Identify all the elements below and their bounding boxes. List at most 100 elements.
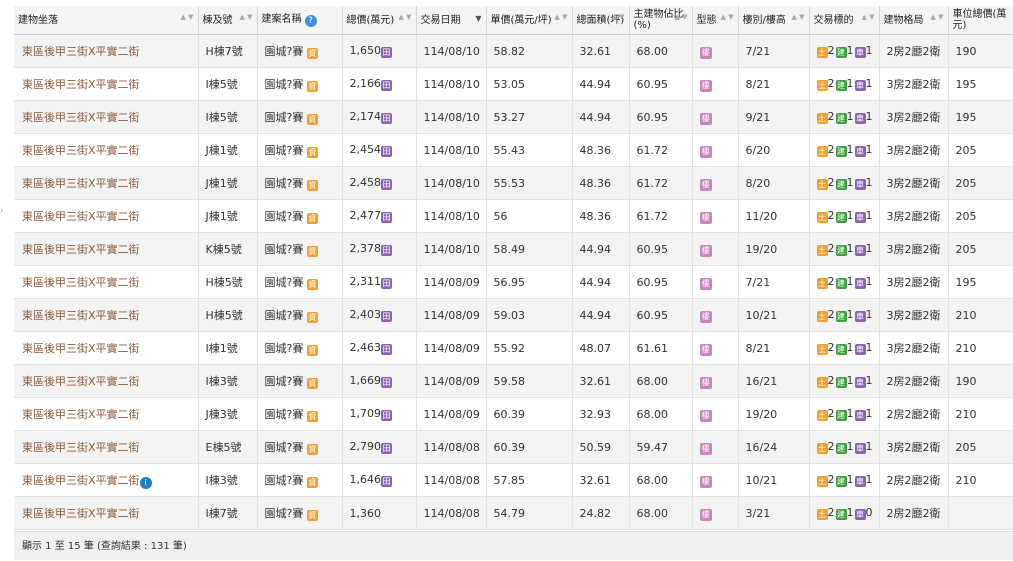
address-link[interactable]: 東區後甲三街X平實二街: [22, 507, 140, 520]
address-link[interactable]: 東區後甲三街X平實二街: [22, 474, 140, 487]
building-type-icon[interactable]: 樓: [699, 310, 712, 323]
price-detail-icon[interactable]: 田: [381, 113, 392, 124]
address-cell[interactable]: 東區後甲三街X平實二街: [14, 397, 199, 431]
address-cell[interactable]: 東區後甲三街X平實二街: [14, 166, 199, 200]
building-type-icon[interactable]: 樓: [699, 112, 712, 125]
project-info-icon[interactable]: 資: [306, 81, 318, 92]
building-type-icon[interactable]: 樓: [699, 442, 712, 455]
price-detail-icon[interactable]: 田: [381, 278, 392, 289]
column-header[interactable]: 主建物佔比(%) ▲ ▼: [629, 6, 693, 35]
table-row[interactable]: 東區後甲三街X平實二街 i I棟3號 園城?賽 資 1,646 田 114/08/08 57.…: [14, 463, 1013, 497]
table-row[interactable]: 東區後甲三街X平實二街 K棟5號 園城?賽 資 2,378 田 114/08/10 58.4…: [14, 232, 1013, 266]
price-detail-icon[interactable]: 田: [381, 212, 392, 223]
column-header[interactable]: 總價(萬元) ▲ ▼: [342, 6, 417, 35]
project-info-icon[interactable]: 資: [306, 345, 318, 356]
sort-icon[interactable]: ▲ ▼: [240, 14, 253, 21]
sort-icon[interactable]: ▲ ▼: [862, 14, 875, 21]
table-row[interactable]: 東區後甲三街X平實二街 J棟1號 園城?賽 資 2,454 田 114/08/10 55.4…: [14, 133, 1013, 167]
price-detail-icon[interactable]: 田: [381, 47, 392, 58]
help-icon[interactable]: ?: [304, 14, 317, 27]
address-cell[interactable]: 東區後甲三街X平實二街: [14, 67, 199, 101]
project-info-icon[interactable]: 資: [306, 246, 318, 257]
column-header[interactable]: 總面積(坪) ▲ ▼: [572, 6, 630, 35]
table-row[interactable]: 東區後甲三街X平實二街 J棟1號 園城?賽 資 2,477 田 114/08/10 56 48…: [14, 199, 1013, 233]
price-detail-icon[interactable]: 田: [381, 344, 392, 355]
table-row[interactable]: 東區後甲三街X平實二街 I棟1號 園城?賽 資 2,463 田 114/08/09 55.9…: [14, 331, 1013, 365]
address-link[interactable]: 東區後甲三街X平實二街: [22, 144, 140, 157]
price-detail-icon[interactable]: 田: [381, 179, 392, 190]
sort-icon[interactable]: ▲ ▼: [399, 14, 412, 21]
project-info-icon[interactable]: 資: [306, 180, 318, 191]
address-link[interactable]: 東區後甲三街X平實二街: [22, 309, 140, 322]
building-type-icon[interactable]: 樓: [699, 178, 712, 191]
address-cell[interactable]: 東區後甲三街X平實二街: [14, 100, 199, 134]
address-link[interactable]: 東區後甲三街X平實二街: [22, 243, 140, 256]
address-cell[interactable]: 東區後甲三街X平實二街: [14, 364, 199, 398]
address-link[interactable]: 東區後甲三街X平實二街: [22, 276, 140, 289]
table-row[interactable]: 東區後甲三街X平實二街 J棟3號 園城?賽 資 1,709 田 114/08/09 60.3…: [14, 397, 1013, 431]
table-row[interactable]: 東區後甲三街X平實二街 H棟5號 園城?賽 資 2,403 田 114/08/09 59.0…: [14, 298, 1013, 332]
address-link[interactable]: 東區後甲三街X平實二街: [22, 177, 140, 190]
table-row[interactable]: 東區後甲三街X平實二街 I棟5號 園城?賽 資 2,166 田 114/08/10 53.0…: [14, 67, 1013, 101]
sort-icon[interactable]: ▲ ▼: [675, 14, 688, 21]
project-info-icon[interactable]: 資: [306, 312, 318, 323]
column-header[interactable]: 單價(萬元/坪) ▲ ▼: [486, 6, 573, 35]
sort-icon[interactable]: ▲ ▼: [181, 14, 194, 21]
building-type-icon[interactable]: 樓: [699, 508, 712, 521]
address-cell[interactable]: 東區後甲三街X平實二街: [14, 331, 199, 365]
price-detail-icon[interactable]: 田: [381, 146, 392, 157]
project-info-icon[interactable]: 資: [306, 411, 318, 422]
sort-icon[interactable]: ▲ ▼: [555, 14, 568, 21]
info-icon[interactable]: i: [139, 476, 152, 489]
sort-icon[interactable]: ▲ ▼: [931, 14, 944, 21]
building-type-icon[interactable]: 樓: [699, 244, 712, 257]
building-type-icon[interactable]: 樓: [699, 145, 712, 158]
price-detail-icon[interactable]: 田: [381, 245, 392, 256]
table-row[interactable]: 東區後甲三街X平實二街 I棟3號 園城?賽 資 1,669 田 114/08/09 59.5…: [14, 364, 1013, 398]
column-header[interactable]: 交易日期 ▼: [416, 6, 487, 35]
price-detail-icon[interactable]: 田: [381, 80, 392, 91]
price-detail-icon[interactable]: 田: [381, 443, 392, 454]
table-row[interactable]: 東區後甲三街X平實二街 I棟5號 園城?賽 資 2,174 田 114/08/10 53.2…: [14, 100, 1013, 134]
address-cell[interactable]: 東區後甲三街X平實二街: [14, 430, 199, 464]
project-info-icon[interactable]: 資: [306, 147, 318, 158]
address-link[interactable]: 東區後甲三街X平實二街: [22, 78, 140, 91]
column-header[interactable]: 建物坐落 ▲ ▼: [14, 6, 199, 35]
project-info-icon[interactable]: 資: [306, 510, 318, 521]
building-type-icon[interactable]: 樓: [699, 409, 712, 422]
column-header[interactable]: 型態 ▲ ▼: [692, 6, 739, 35]
table-row[interactable]: 東區後甲三街X平實二街 H棟7號 園城?賽 資 1,650 田 114/08/10 58.8…: [14, 34, 1013, 68]
table-row[interactable]: 東區後甲三街X平實二街 I棟7號 園城?賽 資 1,360 114/08/08 54.79…: [14, 496, 1013, 530]
building-type-icon[interactable]: 樓: [699, 475, 712, 488]
address-cell[interactable]: 東區後甲三街X平實二街: [14, 265, 199, 299]
address-link[interactable]: 東區後甲三街X平實二街: [22, 441, 140, 454]
project-info-icon[interactable]: 資: [306, 114, 318, 125]
address-link[interactable]: 東區後甲三街X平實二街: [22, 45, 140, 58]
price-detail-icon[interactable]: 田: [381, 410, 392, 421]
sort-icon[interactable]: ▲ ▼: [721, 14, 734, 21]
project-info-icon[interactable]: 資: [306, 48, 318, 59]
sort-desc-icon[interactable]: ▼: [475, 15, 481, 23]
project-info-icon[interactable]: 資: [306, 477, 318, 488]
price-detail-icon[interactable]: 田: [381, 476, 392, 487]
building-type-icon[interactable]: 樓: [699, 277, 712, 290]
address-cell[interactable]: 東區後甲三街X平實二街: [14, 133, 199, 167]
table-row[interactable]: 東區後甲三街X平實二街 J棟1號 園城?賽 資 2,458 田 114/08/10 55.5…: [14, 166, 1013, 200]
address-link[interactable]: 東區後甲三街X平實二街: [22, 210, 140, 223]
building-type-icon[interactable]: 樓: [699, 46, 712, 59]
table-row[interactable]: 東區後甲三街X平實二街 E棟5號 園城?賽 資 2,790 田 114/08/08 60.3…: [14, 430, 1013, 464]
sort-icon[interactable]: ▲ ▼: [792, 14, 805, 21]
address-link[interactable]: 東區後甲三街X平實二街: [22, 342, 140, 355]
project-info-icon[interactable]: 資: [306, 378, 318, 389]
project-info-icon[interactable]: 資: [306, 213, 318, 224]
address-cell[interactable]: 東區後甲三街X平實二街: [14, 199, 199, 233]
building-type-icon[interactable]: 樓: [699, 211, 712, 224]
address-cell[interactable]: 東區後甲三街X平實二街: [14, 298, 199, 332]
address-link[interactable]: 東區後甲三街X平實二街: [22, 111, 140, 124]
sort-icon[interactable]: ▲ ▼: [612, 14, 625, 21]
column-header[interactable]: 棟及號 ▲ ▼: [198, 6, 258, 35]
building-type-icon[interactable]: 樓: [699, 343, 712, 356]
building-type-icon[interactable]: 樓: [699, 376, 712, 389]
address-cell[interactable]: 東區後甲三街X平實二街: [14, 34, 199, 68]
address-cell[interactable]: 東區後甲三街X平實二街: [14, 232, 199, 266]
